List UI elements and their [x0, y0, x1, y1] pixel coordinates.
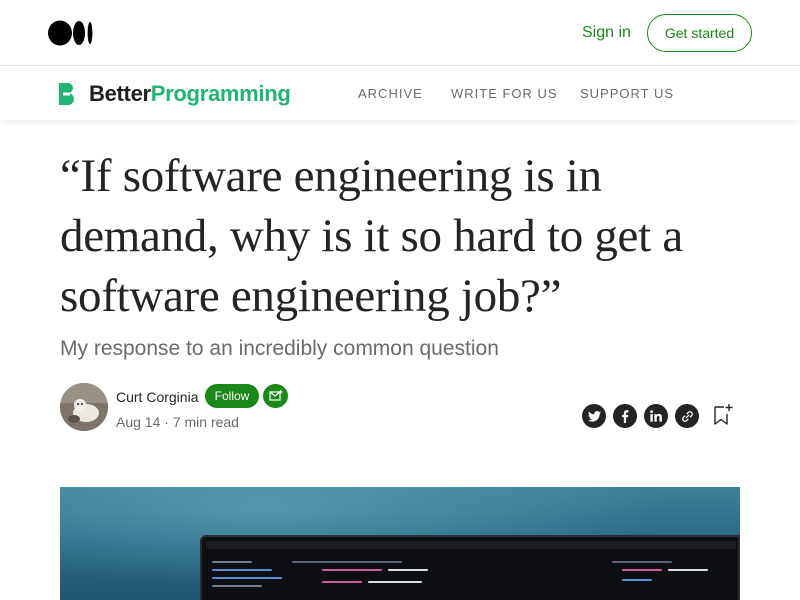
- envelope-plus-icon: [268, 390, 282, 401]
- laptop-screen-image: [200, 535, 740, 600]
- code-line: [206, 541, 736, 549]
- code-line: [212, 585, 262, 587]
- author-avatar[interactable]: [60, 383, 108, 431]
- code-line: [668, 569, 708, 571]
- code-line: [388, 569, 428, 571]
- nav-write-for-us[interactable]: WRITE FOR US: [451, 86, 558, 102]
- better-programming-logo[interactable]: BetterProgramming: [59, 82, 291, 106]
- publication-name: BetterProgramming: [89, 82, 291, 106]
- code-line: [212, 569, 272, 571]
- article-title: “If software engineering is in demand, w…: [60, 150, 683, 322]
- read-time: 7 min read: [172, 414, 239, 430]
- code-line: [368, 581, 422, 583]
- avatar-image-icon: [60, 383, 108, 431]
- link-icon: [681, 410, 693, 422]
- publication-bar: BetterProgramming ARCHIVE WRITE FOR US S…: [0, 66, 800, 120]
- publish-date: Aug 14: [116, 414, 161, 430]
- code-line: [612, 561, 672, 563]
- nav-support-us[interactable]: SUPPORT US: [580, 86, 674, 102]
- nav-archive[interactable]: ARCHIVE: [358, 86, 423, 102]
- hero-image: [60, 487, 740, 600]
- twitter-icon: [587, 410, 601, 422]
- publication-name-part2: Programming: [150, 81, 291, 106]
- code-line: [322, 581, 362, 583]
- code-line: [292, 561, 402, 563]
- meta-separator: ·: [164, 414, 169, 430]
- copy-link-button[interactable]: [675, 404, 699, 428]
- subscribe-button[interactable]: [263, 384, 288, 408]
- article-subtitle: My response to an incredibly common ques…: [60, 337, 499, 360]
- code-line: [622, 569, 662, 571]
- share-twitter-button[interactable]: [582, 404, 606, 428]
- code-line: [322, 569, 382, 571]
- better-programming-mark-icon: [59, 83, 74, 105]
- code-line: [622, 579, 652, 581]
- share-linkedin-button[interactable]: [644, 404, 668, 428]
- facebook-icon: [621, 409, 629, 423]
- author-name[interactable]: Curt Corginia: [116, 389, 198, 405]
- sign-in-link[interactable]: Sign in: [582, 23, 631, 43]
- get-started-button[interactable]: Get started: [647, 14, 752, 52]
- code-line: [212, 561, 252, 563]
- publication-name-part1: Better: [89, 81, 151, 106]
- linkedin-icon: [650, 410, 662, 422]
- share-facebook-button[interactable]: [613, 404, 637, 428]
- follow-button[interactable]: Follow: [205, 384, 259, 408]
- medium-logo[interactable]: [48, 20, 94, 46]
- article-meta: Aug 14 · 7 min read: [116, 414, 239, 430]
- top-bar: Sign in Get started: [0, 0, 800, 66]
- bookmark-plus-icon[interactable]: [712, 403, 734, 427]
- code-line: [212, 577, 282, 579]
